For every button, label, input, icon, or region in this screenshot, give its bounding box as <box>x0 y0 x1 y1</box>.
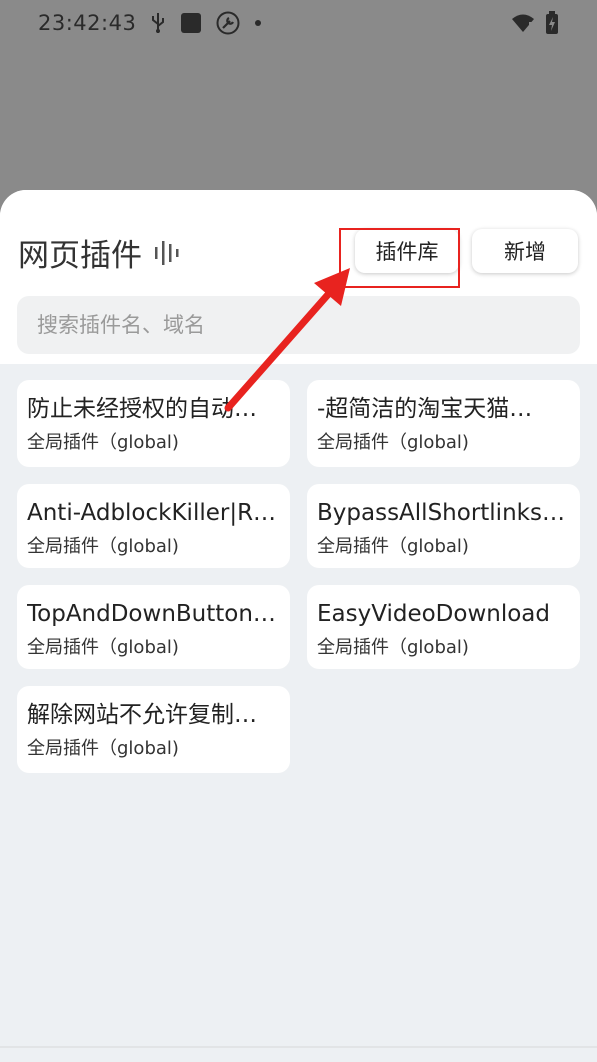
plugin-sheet: 网页插件 插件库 新增 防止未经授权的自动… 全局插件（global) -超简洁… <box>0 190 597 1062</box>
bottom-divider <box>0 1046 597 1048</box>
plugin-name: -超简洁的淘宝天猫… <box>317 396 533 422</box>
square-icon <box>180 12 202 34</box>
plugin-name: 防止未经授权的自动… <box>27 396 257 422</box>
wrench-icon <box>216 11 240 35</box>
sound-bars-icon <box>154 238 180 268</box>
plugin-type: 全局插件（global) <box>27 738 179 759</box>
plugin-card[interactable]: EasyVideoDownload 全局插件（global) <box>307 585 580 669</box>
plugin-type: 全局插件（global) <box>27 432 179 453</box>
plugin-name: TopAndDownButton… <box>27 601 276 627</box>
plugin-card[interactable]: 解除网站不允许复制… 全局插件（global) <box>17 686 290 773</box>
plugin-type: 全局插件（global) <box>27 637 179 658</box>
page-title: 网页插件 <box>18 238 142 274</box>
plugin-type: 全局插件（global) <box>317 637 469 658</box>
plugin-library-button[interactable]: 插件库 <box>355 229 459 273</box>
plugin-name: Anti-AdblockKiller|R… <box>27 500 277 526</box>
title-row: 网页插件 <box>18 230 180 275</box>
dot-icon <box>254 19 262 27</box>
search-input[interactable] <box>17 296 580 354</box>
plugin-name: BypassAllShortlinks… <box>317 500 565 526</box>
plugin-card[interactable]: BypassAllShortlinks… 全局插件（global) <box>307 484 580 568</box>
add-plugin-button[interactable]: 新增 <box>472 229 578 273</box>
plugin-type: 全局插件（global) <box>317 536 469 557</box>
plugin-type: 全局插件（global) <box>317 432 469 453</box>
status-time: 23:42:43 <box>38 11 137 35</box>
status-bar: 23:42:43 <box>0 0 597 46</box>
wifi-icon <box>511 13 535 33</box>
usb-icon <box>150 12 166 34</box>
plugin-card[interactable]: TopAndDownButton… 全局插件（global) <box>17 585 290 669</box>
sheet-header: 网页插件 插件库 新增 <box>0 190 597 362</box>
plugin-name: 解除网站不允许复制… <box>27 702 257 728</box>
plugin-card[interactable]: Anti-AdblockKiller|R… 全局插件（global) <box>17 484 290 568</box>
plugin-name: EasyVideoDownload <box>317 601 550 627</box>
plugin-type: 全局插件（global) <box>27 536 179 557</box>
status-left: 23:42:43 <box>38 11 262 35</box>
plugin-card[interactable]: -超简洁的淘宝天猫… 全局插件（global) <box>307 380 580 467</box>
battery-icon <box>545 11 559 35</box>
plugin-list: 防止未经授权的自动… 全局插件（global) -超简洁的淘宝天猫… 全局插件（… <box>0 364 597 1062</box>
status-right <box>511 11 559 35</box>
plugin-card[interactable]: 防止未经授权的自动… 全局插件（global) <box>17 380 290 467</box>
